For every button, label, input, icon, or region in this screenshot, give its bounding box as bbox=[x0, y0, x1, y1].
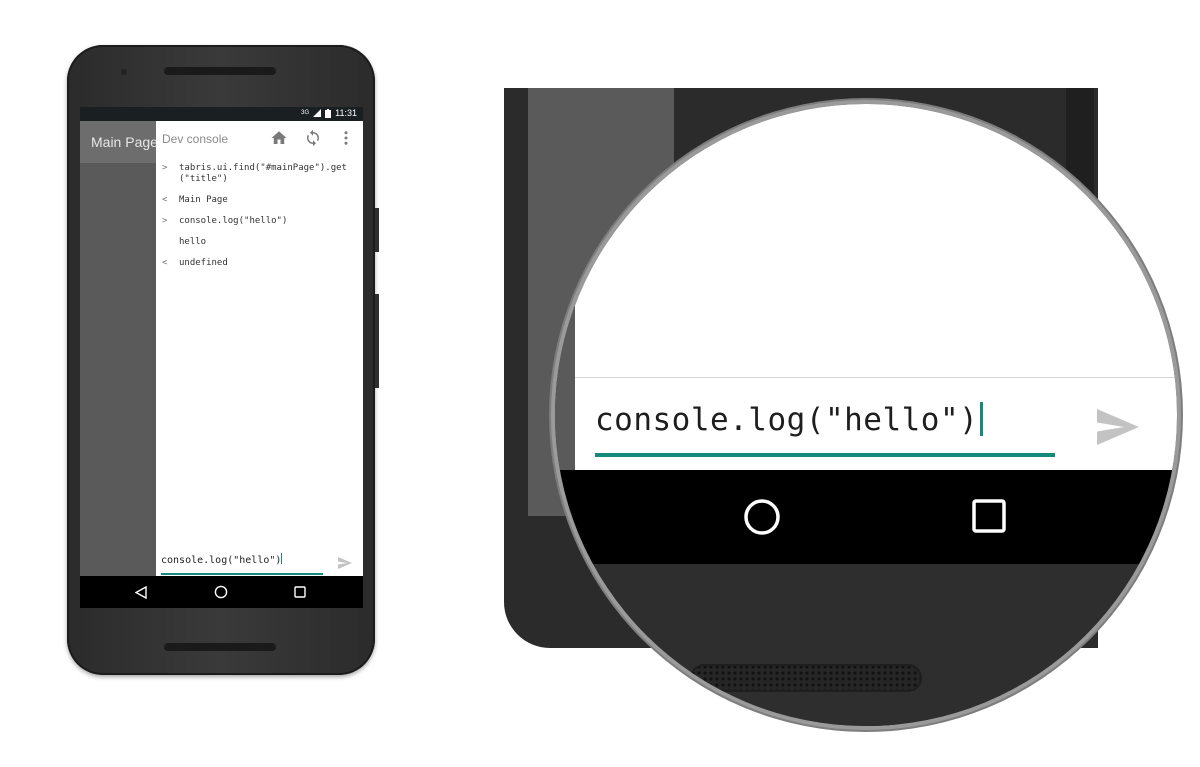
zoomed-divider bbox=[575, 377, 1177, 378]
log-text: hello bbox=[179, 237, 207, 247]
console-log: > tabris.ui.find("#mainPage").get("title… bbox=[162, 163, 360, 279]
zoomed-console-input[interactable]: console.log("hello") bbox=[595, 402, 984, 438]
console-input-underline bbox=[161, 573, 323, 575]
signal-icon bbox=[313, 109, 322, 117]
log-marker: > bbox=[162, 163, 168, 173]
more-vert-icon[interactable] bbox=[337, 129, 355, 147]
console-input-value: console.log("hello") bbox=[161, 555, 282, 566]
reload-icon[interactable] bbox=[304, 129, 322, 147]
log-marker: > bbox=[162, 216, 168, 226]
bottom-speaker bbox=[164, 643, 276, 651]
zoomed-input-value: console.log("hello") bbox=[595, 402, 979, 438]
zoomed-phone-chin bbox=[555, 564, 1177, 726]
earpiece-speaker bbox=[164, 67, 276, 75]
magnifier-lens: console.log("hello") bbox=[555, 104, 1177, 726]
home-icon[interactable] bbox=[270, 129, 288, 147]
front-camera bbox=[121, 69, 127, 75]
status-bar: 3G 11:31 bbox=[80, 107, 363, 121]
zoomed-nav-bar bbox=[555, 470, 1177, 564]
power-button bbox=[375, 208, 379, 252]
send-icon[interactable] bbox=[338, 557, 352, 569]
text-cursor bbox=[281, 553, 283, 564]
log-text: tabris.ui.find("#mainPage").get("title") bbox=[179, 163, 347, 184]
log-entry: hello bbox=[162, 237, 360, 248]
log-entry: < undefined bbox=[162, 258, 360, 269]
home-circle-icon[interactable] bbox=[214, 585, 228, 599]
phone-screen: 3G 11:31 Main Page Dev console > tabris.… bbox=[80, 107, 363, 608]
log-text: undefined bbox=[179, 258, 228, 268]
log-text: console.log("hello") bbox=[179, 216, 288, 226]
log-marker: < bbox=[162, 195, 168, 205]
log-marker: < bbox=[162, 258, 168, 268]
send-icon[interactable] bbox=[1097, 409, 1139, 445]
magnified-view: console.log("hello") bbox=[500, 0, 1200, 767]
back-icon[interactable] bbox=[135, 586, 147, 599]
recents-icon[interactable] bbox=[294, 586, 306, 598]
log-entry: > console.log("hello") bbox=[162, 216, 360, 227]
page-title: Main Page bbox=[91, 134, 158, 150]
status-time: 11:31 bbox=[335, 108, 357, 118]
dev-console-title: Dev console bbox=[162, 132, 229, 146]
log-entry: > tabris.ui.find("#mainPage").get("title… bbox=[162, 163, 360, 185]
network-label: 3G bbox=[301, 110, 310, 116]
log-text: Main Page bbox=[179, 195, 228, 205]
dev-console-drawer: Dev console > tabris.ui.find("#mainPage"… bbox=[156, 121, 363, 576]
home-circle-icon[interactable] bbox=[743, 498, 781, 536]
console-input[interactable]: console.log("hello") bbox=[161, 553, 323, 571]
recents-icon[interactable] bbox=[972, 499, 1006, 533]
zoomed-bottom-speaker bbox=[690, 664, 922, 692]
battery-icon bbox=[325, 108, 332, 118]
log-entry: < Main Page bbox=[162, 195, 360, 206]
system-nav-bar bbox=[80, 576, 363, 608]
zoomed-text-cursor bbox=[980, 402, 984, 436]
volume-rocker bbox=[375, 294, 379, 388]
dev-console-toolbar: Dev console bbox=[156, 121, 363, 157]
zoomed-input-underline bbox=[595, 453, 1055, 457]
